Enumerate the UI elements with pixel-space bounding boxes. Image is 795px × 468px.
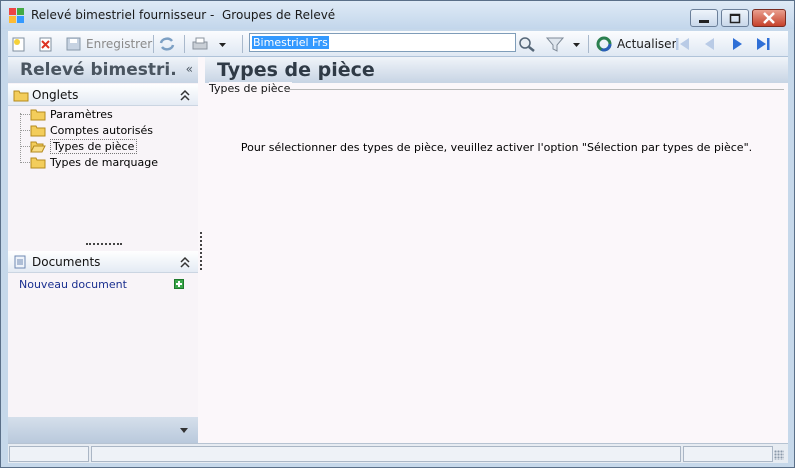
tab-label: Types de marquage	[50, 155, 158, 169]
refresh-button[interactable]: Actualiser	[595, 34, 677, 54]
status-cell	[9, 446, 89, 462]
tree-connector	[20, 130, 30, 131]
previous-record-button[interactable]	[701, 34, 719, 54]
new-document-icon	[12, 37, 25, 52]
status-cell	[683, 446, 773, 462]
last-record-icon	[757, 38, 770, 50]
chevron-down-icon	[219, 43, 226, 47]
refresh-label: Actualiser	[617, 37, 677, 51]
save-button[interactable]: Enregistrer	[66, 34, 152, 54]
content-area: Relevé bimestri. « Onglets Paramètres Co…	[8, 57, 788, 443]
toolbar-separator	[588, 35, 589, 53]
minimize-button[interactable]	[690, 9, 718, 27]
new-button[interactable]	[12, 34, 26, 54]
page-title: Types de pièce	[217, 59, 375, 81]
tree-connector	[20, 146, 30, 147]
chevron-down-icon	[573, 43, 580, 47]
add-document-icon[interactable]	[174, 279, 184, 289]
status-bar	[8, 443, 788, 463]
delete-icon	[39, 37, 52, 52]
info-message: Pour sélectionner des types de pièce, ve…	[240, 141, 753, 154]
section-label: Types de pièce	[209, 82, 293, 95]
minimize-icon	[699, 20, 709, 23]
search-input[interactable]: Bimestriel Frs	[249, 33, 516, 52]
tab-parametres[interactable]: Paramètres	[30, 106, 113, 122]
panel-splitter-handle[interactable]	[86, 243, 122, 245]
refresh-icon	[596, 36, 612, 52]
left-panel-title: Relevé bimestri.	[20, 60, 177, 80]
chevron-down-icon[interactable]	[179, 426, 189, 436]
tab-types-de-piece[interactable]: Types de pièce	[30, 138, 138, 154]
print-dropdown[interactable]	[218, 34, 228, 54]
previous-record-icon	[705, 38, 714, 50]
collapse-panel-button[interactable]: «	[186, 62, 193, 76]
first-record-icon	[676, 38, 689, 50]
chevron-up-icon[interactable]	[180, 256, 190, 270]
left-panel-footer	[8, 417, 198, 443]
tab-comptes-autorises[interactable]: Comptes autorisés	[30, 122, 153, 138]
toolbar-separator	[242, 35, 243, 53]
search-value: Bimestriel Frs	[252, 36, 329, 49]
tree-connector	[20, 162, 30, 163]
funnel-icon	[546, 37, 564, 52]
magnifier-icon	[519, 37, 535, 52]
tab-label: Types de pièce	[50, 138, 138, 154]
maximize-icon	[729, 13, 741, 24]
toolbar: Enregistrer Bimestriel Frs Actualiser	[8, 31, 788, 57]
vertical-splitter[interactable]	[200, 232, 202, 270]
app-window: Relevé bimestriel fournisseur - Groupes …	[0, 0, 795, 468]
left-panel: Relevé bimestri. « Onglets Paramètres Co…	[8, 57, 198, 443]
title-bar[interactable]: Relevé bimestriel fournisseur - Groupes …	[1, 1, 794, 29]
chevron-up-icon[interactable]	[180, 89, 190, 103]
toolbar-separator	[153, 35, 154, 53]
print-button[interactable]	[191, 34, 209, 54]
new-document-link[interactable]: Nouveau document	[19, 278, 127, 291]
documents-group-header[interactable]: Documents	[8, 251, 198, 273]
close-icon	[763, 12, 775, 24]
folder-icon	[30, 109, 46, 120]
folder-icon	[30, 125, 46, 136]
next-record-button[interactable]	[728, 34, 746, 54]
tree-connector	[20, 113, 21, 161]
documents-group-label: Documents	[32, 255, 101, 269]
toolbar-separator	[184, 35, 185, 53]
left-panel-header: Relevé bimestri. «	[8, 57, 198, 83]
open-folder-icon	[30, 141, 46, 152]
resize-grip[interactable]	[774, 450, 784, 460]
window-title: Relevé bimestriel fournisseur - Groupes …	[31, 8, 336, 22]
folder-icon	[30, 157, 46, 168]
section-divider	[284, 89, 784, 90]
filter-dropdown[interactable]	[572, 34, 582, 54]
maximize-button[interactable]	[721, 9, 749, 27]
tab-label: Comptes autorisés	[50, 123, 153, 137]
tab-label: Paramètres	[50, 107, 113, 121]
save-label: Enregistrer	[86, 37, 153, 51]
main-header: Types de pièce	[205, 57, 788, 83]
tabs-group-header[interactable]: Onglets	[8, 84, 198, 106]
app-icon	[9, 8, 25, 24]
sync-icon	[159, 37, 175, 51]
tabs-group-label: Onglets	[32, 88, 79, 102]
close-button[interactable]	[752, 9, 786, 27]
search-button[interactable]	[518, 34, 536, 54]
printer-icon	[192, 37, 208, 50]
save-icon	[66, 37, 81, 51]
filter-button[interactable]	[546, 34, 564, 54]
delete-button[interactable]	[39, 34, 53, 54]
status-cell	[91, 446, 681, 462]
sync-button[interactable]	[158, 34, 176, 54]
document-icon	[14, 255, 26, 269]
folder-icon	[13, 90, 29, 102]
tab-types-de-marquage[interactable]: Types de marquage	[30, 154, 158, 170]
first-record-button[interactable]	[674, 34, 692, 54]
tree-connector	[20, 114, 30, 115]
next-record-icon	[733, 38, 742, 50]
last-record-button[interactable]	[754, 34, 772, 54]
